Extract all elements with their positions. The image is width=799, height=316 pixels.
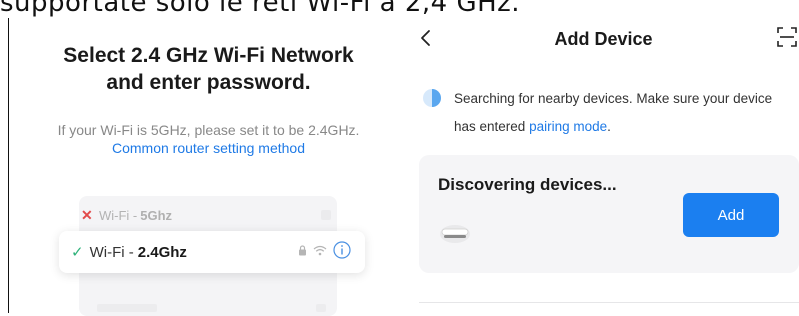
divider <box>419 302 799 303</box>
device-thumbnail-icon <box>440 225 470 243</box>
info-icon[interactable] <box>333 241 351 259</box>
wifi-setup-title-line1: Select 2.4 GHz Wi-Fi Network <box>63 44 354 67</box>
lock-icon <box>321 210 331 220</box>
caption-text: supportate solo le reti Wi-Fi a 2,4 GHz. <box>0 0 521 18</box>
wifi-option-band: 2.4Ghz <box>137 243 187 261</box>
scan-icon[interactable] <box>777 26 797 48</box>
wifi-signal-icon <box>313 245 327 255</box>
search-status-text: Searching for nearby devices. Make sure … <box>454 85 794 141</box>
wifi-option-icons <box>298 241 351 259</box>
add-device-panel: Add Device Searching for nearby devices.… <box>408 18 799 313</box>
x-icon: ✕ <box>81 206 93 223</box>
wifi-option-band: 5Ghz <box>140 207 173 223</box>
wifi-setup-title-line2: and enter password. <box>106 71 311 94</box>
wifi-option-5ghz[interactable]: ✕ Wi-Fi - 5Ghz <box>81 204 331 226</box>
check-icon: ✓ <box>71 244 84 261</box>
searching-spinner-icon <box>423 89 441 107</box>
pairing-mode-link[interactable]: pairing mode <box>529 119 607 134</box>
page-title: Add Device <box>554 29 653 49</box>
discovering-devices-card: Discovering devices... Add <box>419 155 799 273</box>
search-status-suffix: . <box>607 119 611 134</box>
wifi-placeholder-row <box>97 304 157 312</box>
wifi-placeholder-icon <box>316 304 326 312</box>
wifi-band-description: If your Wi-Fi is 5GHz, please set it to … <box>57 122 360 138</box>
lock-icon <box>299 244 306 255</box>
discovering-devices-title: Discovering devices... <box>438 175 617 194</box>
wifi-setup-title: Select 2.4 GHz Wi-Fi Network and enter p… <box>9 42 408 96</box>
wifi-option-name: Wi-Fi - <box>99 207 138 223</box>
add-device-button[interactable]: Add <box>683 193 779 237</box>
wifi-setup-panel: Select 2.4 GHz Wi-Fi Network and enter p… <box>8 18 409 316</box>
wifi-option-name: Wi-Fi - <box>89 243 134 261</box>
wifi-option-2-4ghz[interactable]: ✓ Wi-Fi - 2.4Ghz <box>59 231 365 273</box>
router-setting-link[interactable]: Common router setting method <box>9 139 408 157</box>
search-status-prefix: Searching for nearby devices. Make sure … <box>454 91 773 134</box>
